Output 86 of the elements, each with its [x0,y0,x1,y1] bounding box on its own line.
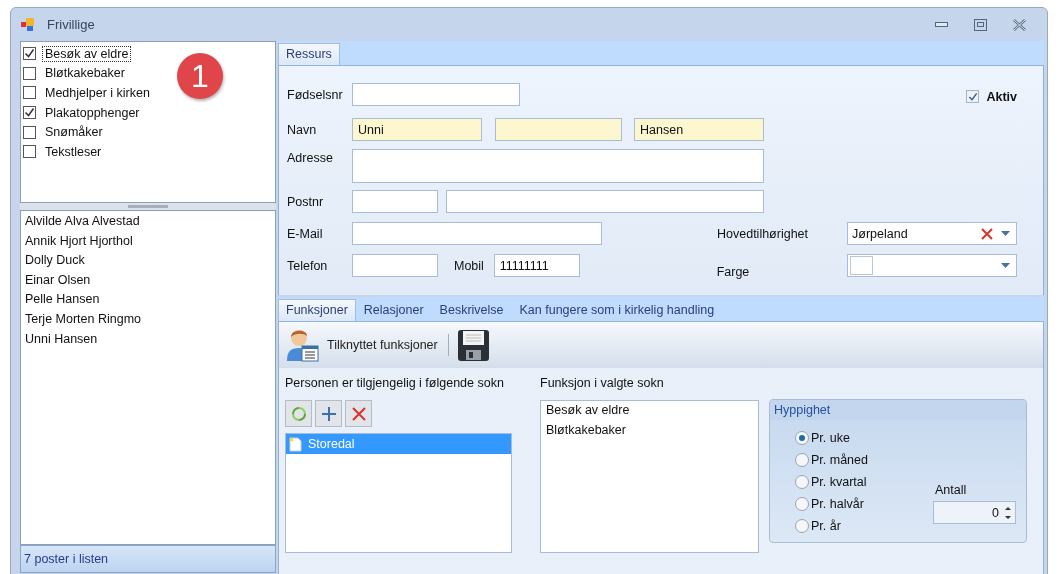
checkbox[interactable] [23,145,36,159]
checklist-item[interactable]: Tekstleser [42,143,105,160]
field-label: Navn [287,122,318,137]
first-name-field[interactable]: Unni [352,118,482,141]
radio-label: Pr. år [811,519,841,533]
email-field[interactable] [352,222,602,245]
list-item[interactable]: Besøk av eldre [546,403,758,423]
tab[interactable]: Funksjoner [278,299,356,321]
group-title: Hyppighet [774,403,831,417]
number-badge: 1 [177,53,223,99]
refresh-icon [290,405,307,422]
add-button[interactable] [315,400,342,427]
field-label: Antall [934,483,968,497]
section-label: Funksjon i valgte sokn [540,376,665,392]
checkbox[interactable] [966,90,980,103]
list-item[interactable]: Bløtkakebaker [546,422,758,443]
app-icon [21,17,37,32]
field-label: Fødselsnr [287,87,344,102]
window-title: Frivillige [47,17,95,32]
radio-label: Pr. uke [811,431,850,445]
field-label: Adresse [287,150,334,165]
affiliation-dropdown[interactable]: Jørpeland [847,222,1017,245]
person-list-icon [285,327,319,363]
checklist-item[interactable]: Medhjelper i kirken [42,85,153,101]
field-label: E-Mail [287,226,324,241]
list-item[interactable]: Unni Hansen [25,331,275,352]
count-spinner[interactable]: 0 [933,501,1016,524]
radio-button[interactable] [795,497,809,511]
list-item[interactable]: Pelle Hansen [25,292,275,312]
section-label: Personen er tilgjengelig i følgende sokn [285,376,505,392]
checkbox[interactable] [23,106,36,120]
color-dropdown[interactable] [846,254,1017,277]
close-icon[interactable] [1013,18,1026,31]
radio-button[interactable] [795,453,809,467]
clear-icon[interactable] [980,226,994,241]
checklist-item[interactable]: Bløtkakebaker [42,65,128,82]
list-item[interactable]: Einar Olsen [25,272,275,293]
plus-icon [320,405,337,422]
refresh-button[interactable] [285,400,312,427]
last-name-field[interactable]: Hansen [634,118,764,141]
field-label: Hovedtilhørighet [717,226,809,241]
checkbox[interactable] [23,86,36,100]
radio-label: Pr. halvår [811,497,864,511]
list-item[interactable]: Alvilde Alva Alvestad [25,214,275,234]
list-item[interactable]: Annik Hjort Hjorthol [25,233,275,254]
radio-button[interactable] [795,519,809,533]
minimize-icon[interactable] [935,21,948,28]
list-item[interactable]: Dolly Duck [25,253,275,273]
mobile-field[interactable]: 11111111 [493,254,580,277]
checkbox[interactable] [23,47,36,61]
splitter-handle[interactable] [20,203,276,210]
checkbox[interactable] [23,66,36,80]
linked-functions-button[interactable]: Tilknyttet funksjoner [285,327,438,363]
radio-label: Pr. måned [811,453,868,467]
tab[interactable]: Relasjoner [355,299,432,321]
field-label: Telefon [287,258,329,273]
document-icon [289,436,302,452]
address-field[interactable] [352,149,764,183]
field-label: Farge [716,264,751,279]
checklist-item[interactable]: Snømåker [42,124,106,141]
tab[interactable]: Beskrivelse [431,299,512,321]
radio-button[interactable] [795,431,809,445]
tab[interactable]: Ressurs [278,43,340,65]
radio-label: Pr. kvartal [811,475,867,489]
checklist-item[interactable]: Plakatopphenger [42,104,143,121]
save-icon[interactable] [456,328,490,362]
checkbox-label: Aktiv [986,89,1017,104]
tab[interactable]: Kan fungere som i kirkelig handling [511,299,723,321]
checkbox[interactable] [23,125,36,139]
field-label: Postnr [287,194,325,209]
middle-name-field[interactable] [495,118,622,141]
delete-icon [351,406,366,421]
maximize-icon[interactable] [974,18,987,31]
field-label: Mobil [454,258,485,273]
caret-icon[interactable] [1001,263,1010,268]
record-count: 7 poster i listen [24,552,109,566]
postcode-field[interactable] [352,190,438,213]
color-swatch [849,256,873,275]
city-field[interactable] [446,190,764,213]
caret-icon[interactable] [1001,231,1010,236]
list-item[interactable]: Terje Morten Ringmo [25,311,275,332]
delete-button[interactable] [345,400,372,427]
phone-field[interactable] [352,254,438,277]
input-field[interactable] [352,83,520,106]
radio-button[interactable] [795,475,809,489]
checklist-item[interactable]: Besøk av eldre [42,45,132,62]
